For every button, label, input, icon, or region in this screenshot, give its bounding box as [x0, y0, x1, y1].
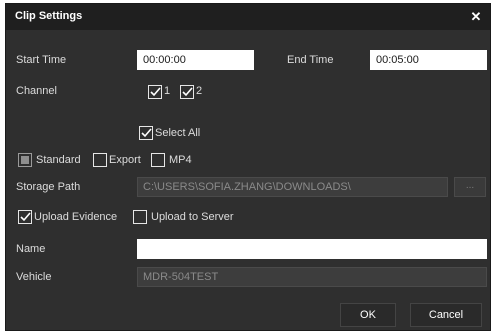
upload-server-label: Upload to Server — [151, 211, 234, 223]
end-time-label: End Time — [287, 54, 334, 66]
standard-label: Standard — [36, 154, 81, 166]
upload-evidence-checkbox[interactable] — [18, 210, 32, 224]
select-all-checkbox[interactable] — [139, 126, 153, 140]
checkmark-icon — [141, 128, 152, 138]
channel-1-label: 1 — [164, 85, 171, 97]
dialog-title: Clip Settings — [15, 10, 83, 22]
export-label: Export — [109, 154, 141, 166]
vehicle-label: Vehicle — [16, 271, 52, 283]
checkmark-icon — [20, 212, 31, 222]
channel-label: Channel — [16, 85, 57, 97]
channel-2-checkbox[interactable] — [180, 85, 194, 99]
browse-button[interactable]: ... — [454, 177, 486, 197]
checkbox-fill-icon — [21, 156, 29, 164]
storage-path-label: Storage Path — [16, 181, 81, 193]
name-input[interactable] — [137, 239, 487, 259]
clip-settings-dialog: Clip Settings ✕ Start Time End Time Chan… — [5, 3, 491, 331]
start-time-label: Start Time — [16, 54, 67, 66]
name-label: Name — [16, 243, 46, 255]
checkmark-icon — [182, 87, 193, 97]
upload-server-checkbox[interactable] — [133, 210, 147, 224]
channel-1-checkbox[interactable] — [148, 85, 162, 99]
start-time-input[interactable] — [137, 50, 254, 70]
storage-path-input[interactable] — [137, 177, 448, 197]
close-icon[interactable]: ✕ — [468, 8, 484, 26]
export-checkbox[interactable] — [93, 153, 107, 167]
standard-checkbox[interactable] — [18, 153, 32, 167]
mp4-checkbox[interactable] — [151, 153, 165, 167]
cancel-button[interactable]: Cancel — [410, 303, 482, 327]
vehicle-input[interactable] — [137, 267, 487, 287]
upload-evidence-label: Upload Evidence — [34, 211, 118, 223]
end-time-input[interactable] — [370, 50, 487, 70]
channel-2-label: 2 — [196, 85, 203, 97]
select-all-label: Select All — [155, 127, 201, 139]
title-bar: Clip Settings ✕ — [6, 4, 490, 30]
mp4-label: MP4 — [169, 154, 192, 166]
checkmark-icon — [150, 87, 161, 97]
ok-button[interactable]: OK — [340, 303, 396, 327]
